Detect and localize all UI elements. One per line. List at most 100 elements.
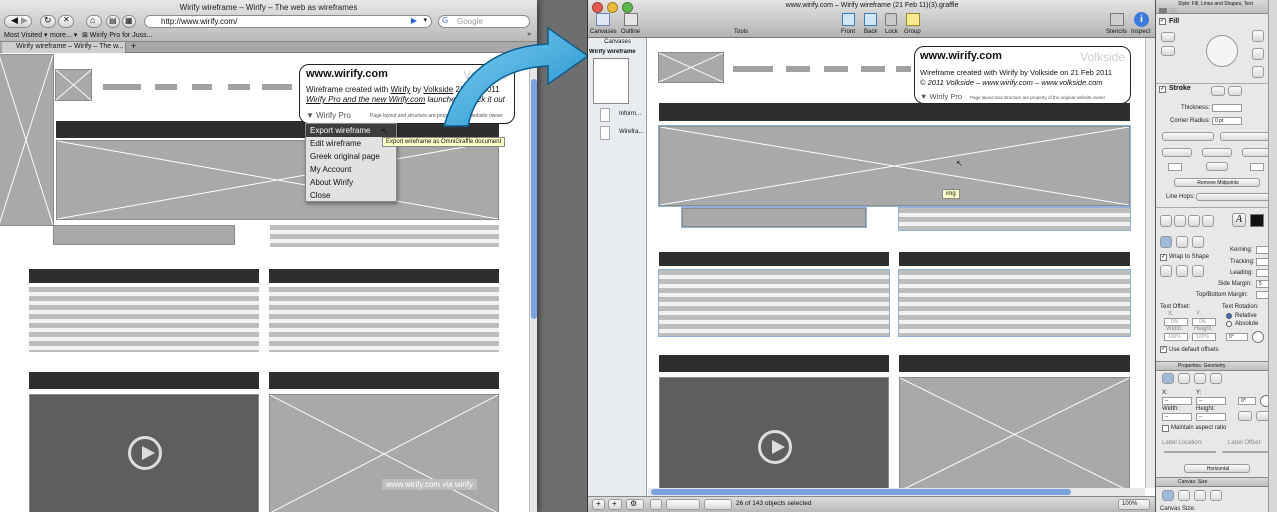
line-end-select[interactable] (1220, 132, 1272, 141)
canvas-layout-tab[interactable] (1210, 490, 1222, 501)
back-button[interactable] (864, 13, 877, 26)
prop-width-field[interactable]: -- (1162, 413, 1192, 421)
overflow-button[interactable] (1176, 265, 1188, 277)
line-style-select[interactable] (1202, 148, 1232, 157)
sidebar-canvas-item[interactable]: Wirify wireframe (589, 49, 646, 55)
line-field[interactable] (1168, 163, 1182, 171)
line-field[interactable] (1250, 163, 1264, 171)
menu-about-wirify[interactable]: About Wirify (306, 176, 396, 189)
bookmark-item[interactable]: ⊠ Wirify Pro for Juss... (82, 31, 152, 39)
stroke-checkbox[interactable]: ✓ (1159, 86, 1166, 93)
new-tab-button[interactable]: + (131, 41, 136, 51)
rotation-field[interactable]: 0° (1226, 333, 1248, 341)
align-center-button[interactable] (1174, 215, 1186, 227)
canvas-background-tab[interactable] (1194, 490, 1206, 501)
align-left-button[interactable] (1160, 215, 1172, 227)
popup-footer-label[interactable]: ▼ Wirify Pro (920, 92, 962, 101)
fill-color-well[interactable] (1252, 66, 1264, 78)
shadow-tab[interactable] (1194, 373, 1206, 384)
prop-x-field[interactable]: -- (1162, 397, 1192, 405)
add-layer-button[interactable]: + (608, 499, 622, 510)
canvas-size-tab[interactable] (1162, 490, 1174, 501)
note-tab[interactable] (1210, 373, 1222, 384)
label-offset-slider[interactable] (1222, 451, 1274, 453)
offset-y-field[interactable]: 0% (1192, 318, 1216, 326)
stroke-tab[interactable] (1169, 8, 1177, 13)
info-icon[interactable]: i (1134, 12, 1149, 27)
outline-toggle[interactable] (624, 13, 638, 26)
thickness-field[interactable] (1212, 104, 1242, 112)
url-field[interactable]: http://www.wirify.com/ ▶ ▾ (144, 15, 432, 28)
menu-greek-original-page[interactable]: Greek original page (306, 150, 396, 163)
fill-color-well[interactable] (1252, 48, 1264, 60)
text-color-well[interactable] (1250, 214, 1264, 227)
rotation-knob[interactable] (1252, 331, 1264, 343)
sidebar-layer-item[interactable]: Inform... (619, 111, 641, 117)
fill-type-button[interactable] (1161, 32, 1175, 42)
wrap-to-shape-checkbox[interactable]: ✓ (1160, 254, 1167, 261)
overflow-button[interactable] (1160, 265, 1172, 277)
sidebar-layer-item[interactable]: Wirefra... (619, 129, 643, 135)
canvas-thumbnail[interactable] (593, 58, 629, 104)
relative-radio[interactable] (1226, 313, 1232, 319)
valign-button[interactable] (1176, 236, 1188, 248)
fill-color-well[interactable] (1252, 30, 1264, 42)
maintain-aspect-checkbox[interactable] (1162, 425, 1169, 432)
scroll-thumb[interactable] (651, 489, 1071, 495)
label-location-slider[interactable] (1164, 451, 1216, 453)
offset-width-field[interactable]: 100% (1164, 333, 1188, 341)
bookmark-item[interactable]: more... ▾ (50, 31, 77, 39)
fill-type-button[interactable] (1161, 46, 1175, 56)
action-menu-button[interactable]: ⚙ (626, 499, 644, 510)
bookmark-button[interactable]: ▤ (106, 15, 120, 28)
bookmark-item[interactable]: Most Visited ▾ (4, 31, 47, 39)
hero-caption-block[interactable] (681, 207, 867, 228)
connections-tab[interactable] (1178, 373, 1190, 384)
line-hops-select[interactable] (1196, 193, 1272, 201)
back-forward-button[interactable]: ◀ ▶ (4, 15, 32, 28)
inspector-scrollbar[interactable] (1268, 0, 1277, 512)
style-swatch-button[interactable] (650, 499, 662, 510)
popup-footer-label[interactable]: ▼ Wirify Pro (306, 111, 351, 120)
wirify-pro-link[interactable]: Wirify Pro and the new Wirify.com (306, 95, 425, 104)
prop-height-field[interactable]: -- (1196, 413, 1226, 421)
align-right-button[interactable] (1188, 215, 1200, 227)
text-block[interactable] (898, 269, 1131, 337)
front-button[interactable] (842, 13, 855, 26)
canvases-toggle[interactable] (596, 13, 610, 26)
offset-height-field[interactable]: 100% (1192, 333, 1216, 341)
home-button[interactable]: ⌂ (86, 15, 102, 28)
reload-button[interactable]: ↻ (40, 15, 56, 28)
stop-button[interactable]: ✕ (58, 15, 74, 28)
align-justify-button[interactable] (1202, 215, 1214, 227)
grid-button[interactable]: ▦ (122, 15, 136, 28)
fill-direction-wheel[interactable] (1206, 35, 1238, 67)
hero-image-selected[interactable] (658, 125, 1131, 207)
fill-checkbox[interactable]: ✓ (1159, 18, 1166, 25)
play-icon[interactable] (758, 430, 792, 464)
remove-midpoints-button[interactable]: Remove Midpoints (1174, 178, 1260, 187)
flip-horizontal-button[interactable] (1238, 411, 1252, 421)
valign-button[interactable] (1192, 236, 1204, 248)
tab-active[interactable]: Wirify wireframe – Wirify – The w... (2, 42, 126, 53)
style-swatch-button[interactable] (704, 499, 732, 510)
font-button[interactable]: A (1232, 213, 1246, 227)
lock-button[interactable] (885, 13, 897, 26)
graffle-canvas[interactable]: img ↖ www.wirify.com Volkside Wireframe … (648, 38, 1145, 488)
use-default-offsets-checkbox[interactable]: ✓ (1160, 346, 1167, 353)
stroke-style-button[interactable] (1211, 86, 1225, 96)
geometry-tab[interactable] (1162, 373, 1174, 384)
style-swatch-button[interactable] (666, 499, 700, 510)
menu-my-account[interactable]: My Account (306, 163, 396, 176)
line-style-select[interactable] (1162, 148, 1192, 157)
offset-x-field[interactable]: 0% (1164, 318, 1188, 326)
text-block[interactable] (658, 269, 890, 337)
canvas-horizontal-scrollbar[interactable] (648, 488, 1145, 496)
line-end-select[interactable] (1162, 132, 1214, 141)
line-toggle[interactable] (1206, 162, 1228, 171)
horizontal-select[interactable]: Horizontal (1184, 464, 1250, 473)
stencils-button[interactable] (1110, 13, 1124, 26)
wirify-link[interactable]: Wirify (390, 85, 410, 94)
group-button[interactable] (906, 13, 920, 26)
canvas-grid-tab[interactable] (1178, 490, 1190, 501)
